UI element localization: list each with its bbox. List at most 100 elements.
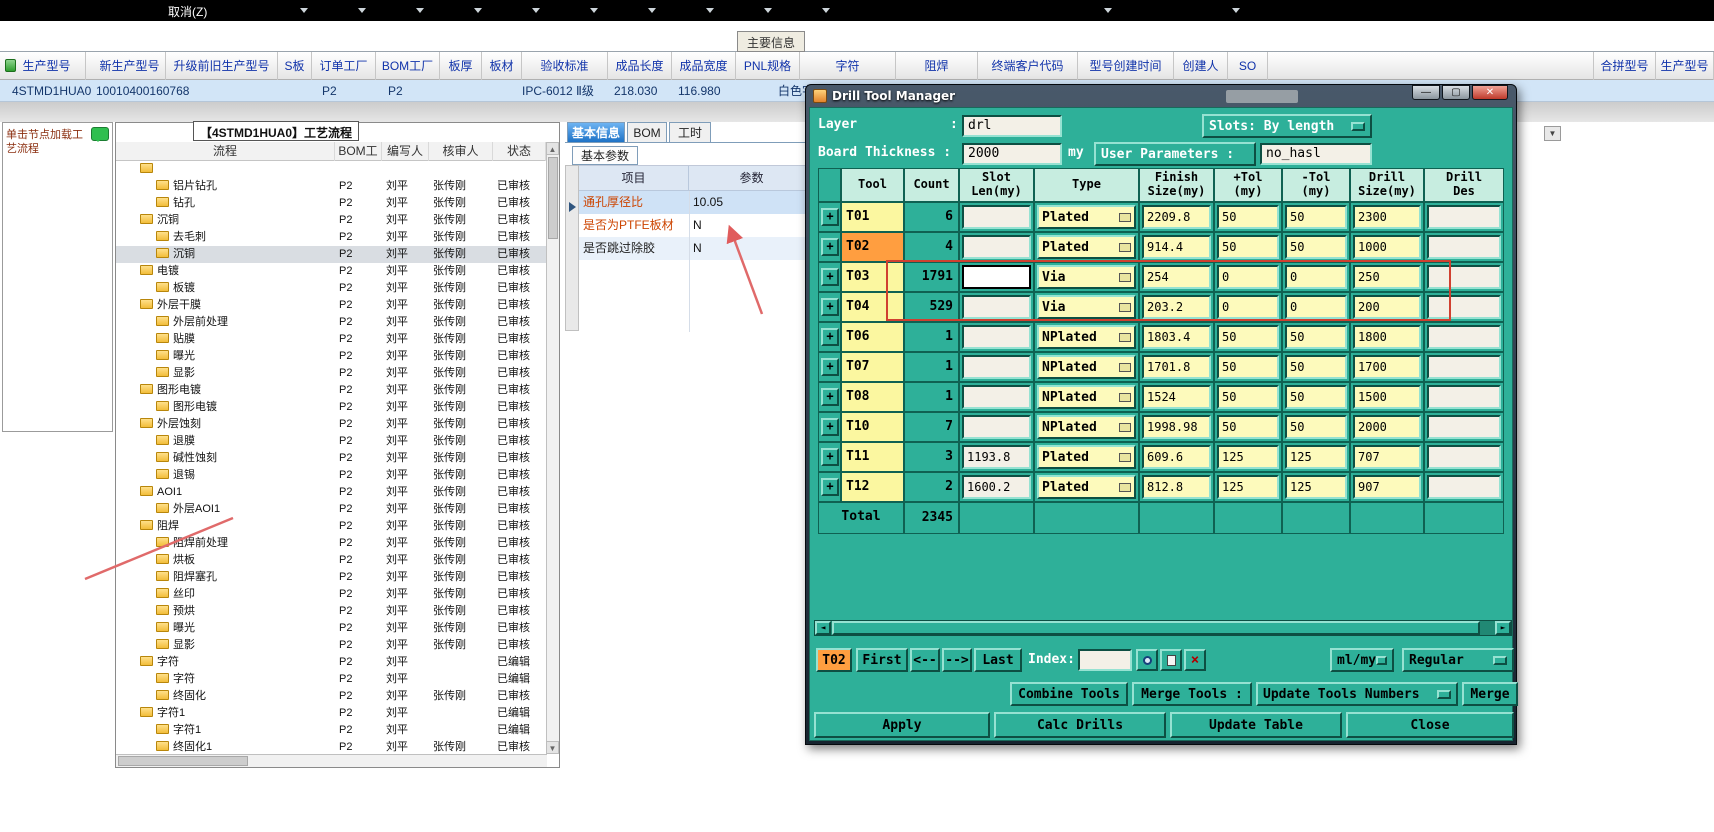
tree-node[interactable]: 烘板 bbox=[156, 552, 195, 569]
type-select[interactable]: Plated bbox=[1037, 445, 1136, 469]
expand-tool-button[interactable]: + bbox=[821, 478, 839, 496]
column-header[interactable]: PNL规格 bbox=[736, 52, 800, 80]
tree-node[interactable]: 显影 bbox=[156, 365, 195, 382]
tree-node[interactable]: 预烘 bbox=[156, 603, 195, 620]
minus-tol-input[interactable]: 50 bbox=[1285, 415, 1347, 439]
drill-size-input[interactable]: 1500 bbox=[1353, 385, 1421, 409]
drill-size-input[interactable]: 1800 bbox=[1353, 325, 1421, 349]
tree-node[interactable]: 字符 bbox=[140, 654, 179, 671]
tree-node[interactable]: 阻焊 bbox=[140, 518, 179, 535]
dialog-titlebar[interactable]: Drill Tool Manager — ▢ ✕ bbox=[806, 85, 1516, 107]
tool-name-cell[interactable]: T10 bbox=[841, 412, 904, 442]
delete-tool-button[interactable]: × bbox=[1184, 649, 1206, 671]
finish-size-input[interactable]: 1998.98 bbox=[1142, 415, 1211, 439]
tree-node[interactable]: 外层前处理 bbox=[156, 314, 228, 331]
type-select[interactable]: NPlated bbox=[1037, 325, 1136, 349]
menu-cancel[interactable]: 取消(Z) bbox=[168, 3, 207, 20]
type-select[interactable]: NPlated bbox=[1037, 415, 1136, 439]
minus-tol-input[interactable]: 50 bbox=[1285, 205, 1347, 229]
tree-node[interactable]: 板镀 bbox=[156, 280, 195, 297]
drill-size-input[interactable]: 2000 bbox=[1353, 415, 1421, 439]
drill-size-input[interactable]: 707 bbox=[1353, 445, 1421, 469]
calc-drills-button[interactable]: Calc Drills bbox=[994, 712, 1166, 738]
tree-title-tab[interactable]: 【4STMD1HUA0】工艺流程 bbox=[193, 121, 360, 141]
tree-row[interactable]: 外层前处理 P2 刘平 张传刚 已审核 bbox=[116, 314, 546, 331]
tree-node[interactable]: 外层干膜 bbox=[140, 297, 201, 314]
tree-row[interactable]: 终固化 P2 刘平 张传刚 已审核 bbox=[116, 688, 546, 705]
minus-tol-input[interactable]: 125 bbox=[1285, 475, 1347, 499]
tree-row[interactable]: 碱性蚀刻 P2 刘平 张传刚 已审核 bbox=[116, 450, 546, 467]
expand-tool-button[interactable]: + bbox=[821, 418, 839, 436]
tree-row[interactable]: 板镀 P2 刘平 张传刚 已审核 bbox=[116, 280, 546, 297]
tree-row[interactable]: 去毛刺 P2 刘平 张传刚 已审核 bbox=[116, 229, 546, 246]
slots-select[interactable]: Slots: By length bbox=[1202, 114, 1372, 138]
plus-tol-input[interactable]: 50 bbox=[1217, 415, 1279, 439]
dropdown-arrow-button[interactable]: ▼ bbox=[1544, 126, 1561, 141]
type-select[interactable]: Via bbox=[1037, 295, 1136, 319]
drill-size-input[interactable]: 1000 bbox=[1353, 235, 1421, 259]
dialog-horizontal-scrollbar[interactable]: ◄ ► bbox=[814, 620, 1512, 636]
column-header[interactable]: 升级前旧生产型号 bbox=[166, 52, 278, 80]
column-header[interactable]: 板材 bbox=[482, 52, 522, 80]
finish-size-input[interactable]: 609.6 bbox=[1142, 445, 1211, 469]
drill-des-input[interactable] bbox=[1427, 295, 1501, 319]
tab-basic-info[interactable]: 基本信息 bbox=[567, 122, 625, 143]
slot-len-input[interactable] bbox=[962, 295, 1031, 319]
type-select[interactable]: Plated bbox=[1037, 235, 1136, 259]
params-col-value[interactable]: 参数 bbox=[689, 166, 815, 191]
tree-node[interactable]: 外层蚀刻 bbox=[140, 416, 201, 433]
tab-bom[interactable]: BOM bbox=[627, 122, 667, 143]
slot-len-input[interactable] bbox=[962, 235, 1031, 259]
chevron-down-icon[interactable] bbox=[1232, 8, 1240, 13]
scroll-right-icon[interactable]: ► bbox=[1495, 621, 1511, 635]
zoom-tool-button[interactable] bbox=[1136, 649, 1158, 671]
close-dialog-button[interactable]: Close bbox=[1346, 712, 1514, 738]
merge-button[interactable]: Merge bbox=[1462, 682, 1518, 706]
first-button[interactable]: First bbox=[856, 648, 908, 672]
type-select[interactable]: Plated bbox=[1037, 205, 1136, 229]
tree-row[interactable]: 字符 P2 刘平 已编辑 bbox=[116, 654, 546, 671]
expand-tool-button[interactable]: + bbox=[821, 238, 839, 256]
param-value[interactable]: 10.05 bbox=[693, 191, 723, 214]
slot-len-input[interactable] bbox=[962, 415, 1031, 439]
column-header[interactable] bbox=[1268, 52, 1594, 80]
tree-horizontal-scrollbar[interactable] bbox=[116, 754, 547, 767]
tree-node[interactable]: AOI1 bbox=[140, 484, 182, 501]
scroll-up-icon[interactable]: ▲ bbox=[546, 142, 559, 155]
tree-node[interactable]: 曝光 bbox=[156, 348, 195, 365]
tree-row[interactable]: 字符1 P2 刘平 已编辑 bbox=[116, 705, 546, 722]
mode-select[interactable]: Regular bbox=[1402, 648, 1514, 672]
tree-row[interactable]: 外层AOI1 P2 刘平 张传刚 已审核 bbox=[116, 501, 546, 518]
drill-des-input[interactable] bbox=[1427, 355, 1501, 379]
tree-row[interactable]: 阻焊塞孔 P2 刘平 张传刚 已审核 bbox=[116, 569, 546, 586]
chevron-down-icon[interactable] bbox=[358, 8, 366, 13]
column-header[interactable]: 合拼型号 bbox=[1594, 52, 1656, 80]
tree-row[interactable]: 烘板 P2 刘平 张传刚 已审核 bbox=[116, 552, 546, 569]
tree-node[interactable]: 碱性蚀刻 bbox=[156, 450, 217, 467]
plus-tol-input[interactable]: 125 bbox=[1217, 445, 1279, 469]
column-header[interactable]: 字符 bbox=[800, 52, 896, 80]
tree-node[interactable]: 沉铜 bbox=[156, 246, 195, 263]
drill-size-input[interactable]: 250 bbox=[1353, 265, 1421, 289]
column-header[interactable]: 终端客户代码 bbox=[978, 52, 1078, 80]
tree-row[interactable] bbox=[116, 161, 546, 178]
drill-des-input[interactable] bbox=[1427, 385, 1501, 409]
param-row[interactable]: 是否跳过除胶 N bbox=[579, 237, 815, 260]
tab-main-info[interactable]: 主要信息 bbox=[737, 31, 806, 52]
slot-len-input[interactable] bbox=[962, 355, 1031, 379]
type-select[interactable]: NPlated bbox=[1037, 355, 1136, 379]
tree-column-header[interactable]: 状态 bbox=[493, 142, 546, 161]
tree-node[interactable]: 阻焊塞孔 bbox=[156, 569, 217, 586]
column-header[interactable]: 成品宽度 bbox=[672, 52, 736, 80]
expand-tool-button[interactable]: + bbox=[821, 448, 839, 466]
column-header[interactable]: 订单工厂 bbox=[312, 52, 376, 80]
chevron-down-icon[interactable] bbox=[648, 8, 656, 13]
tree-column-header[interactable]: 核审人 bbox=[429, 142, 493, 161]
drill-des-input[interactable] bbox=[1427, 265, 1501, 289]
slot-len-input[interactable] bbox=[962, 325, 1031, 349]
tree-node[interactable]: 外层AOI1 bbox=[156, 501, 220, 518]
tree-node[interactable]: 阻焊前处理 bbox=[156, 535, 228, 552]
drill-size-input[interactable]: 200 bbox=[1353, 295, 1421, 319]
plus-tol-input[interactable]: 0 bbox=[1217, 295, 1279, 319]
tree-node[interactable]: 退锡 bbox=[156, 467, 195, 484]
